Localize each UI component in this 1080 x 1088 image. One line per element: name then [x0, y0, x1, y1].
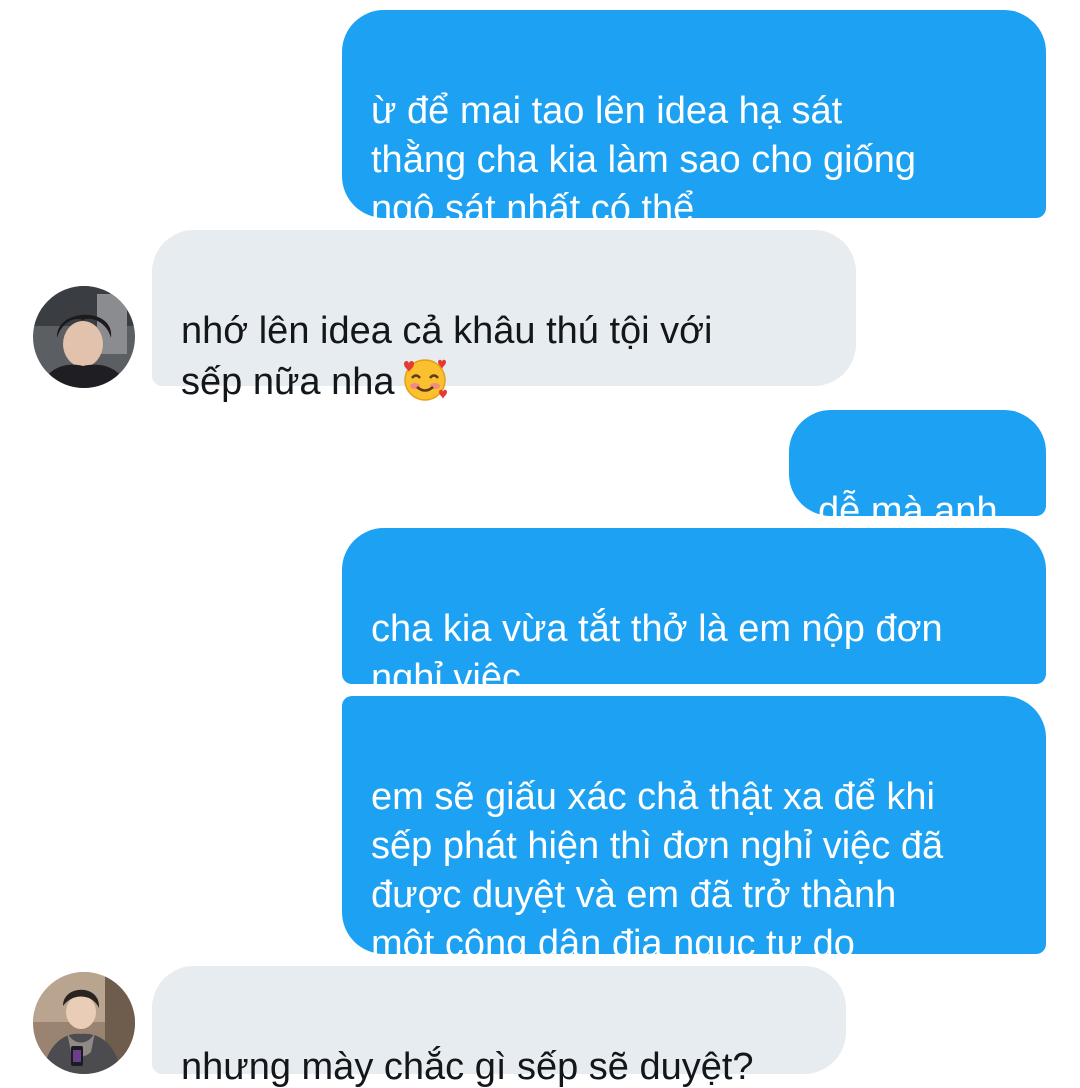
smiling-face-with-hearts-icon: [401, 356, 451, 415]
message-bubble-received[interactable]: nhớ lên idea cả khâu thú tội với sếp nữa…: [152, 230, 856, 403]
message-text: dễ mà anh: [818, 490, 998, 532]
avatar[interactable]: [33, 972, 135, 1074]
message-text: nhưng mày chắc gì sếp sẽ duyệt?: [181, 1046, 754, 1088]
avatar[interactable]: [33, 286, 135, 388]
chat-conversation: ừ để mai tao lên idea hạ sát thằng cha k…: [0, 0, 1080, 1088]
message-bubble-sent[interactable]: dễ mà anh: [789, 410, 1046, 532]
message-text: em sẽ giấu xác chả thật xa để khi sếp ph…: [371, 776, 944, 965]
message-bubble-sent[interactable]: ừ để mai tao lên idea hạ sát thằng cha k…: [342, 10, 1046, 230]
message-text: cha kia vừa tắt thở là em nộp đơn nghỉ v…: [371, 608, 943, 699]
message-text: ừ để mai tao lên idea hạ sát thằng cha k…: [371, 90, 917, 230]
message-bubble-sent[interactable]: em sẽ giấu xác chả thật xa để khi sếp ph…: [342, 696, 1046, 965]
message-bubble-sent[interactable]: cha kia vừa tắt thở là em nộp đơn nghỉ v…: [342, 528, 1046, 699]
message-bubble-received[interactable]: nhưng mày chắc gì sếp sẽ duyệt?: [152, 966, 846, 1088]
